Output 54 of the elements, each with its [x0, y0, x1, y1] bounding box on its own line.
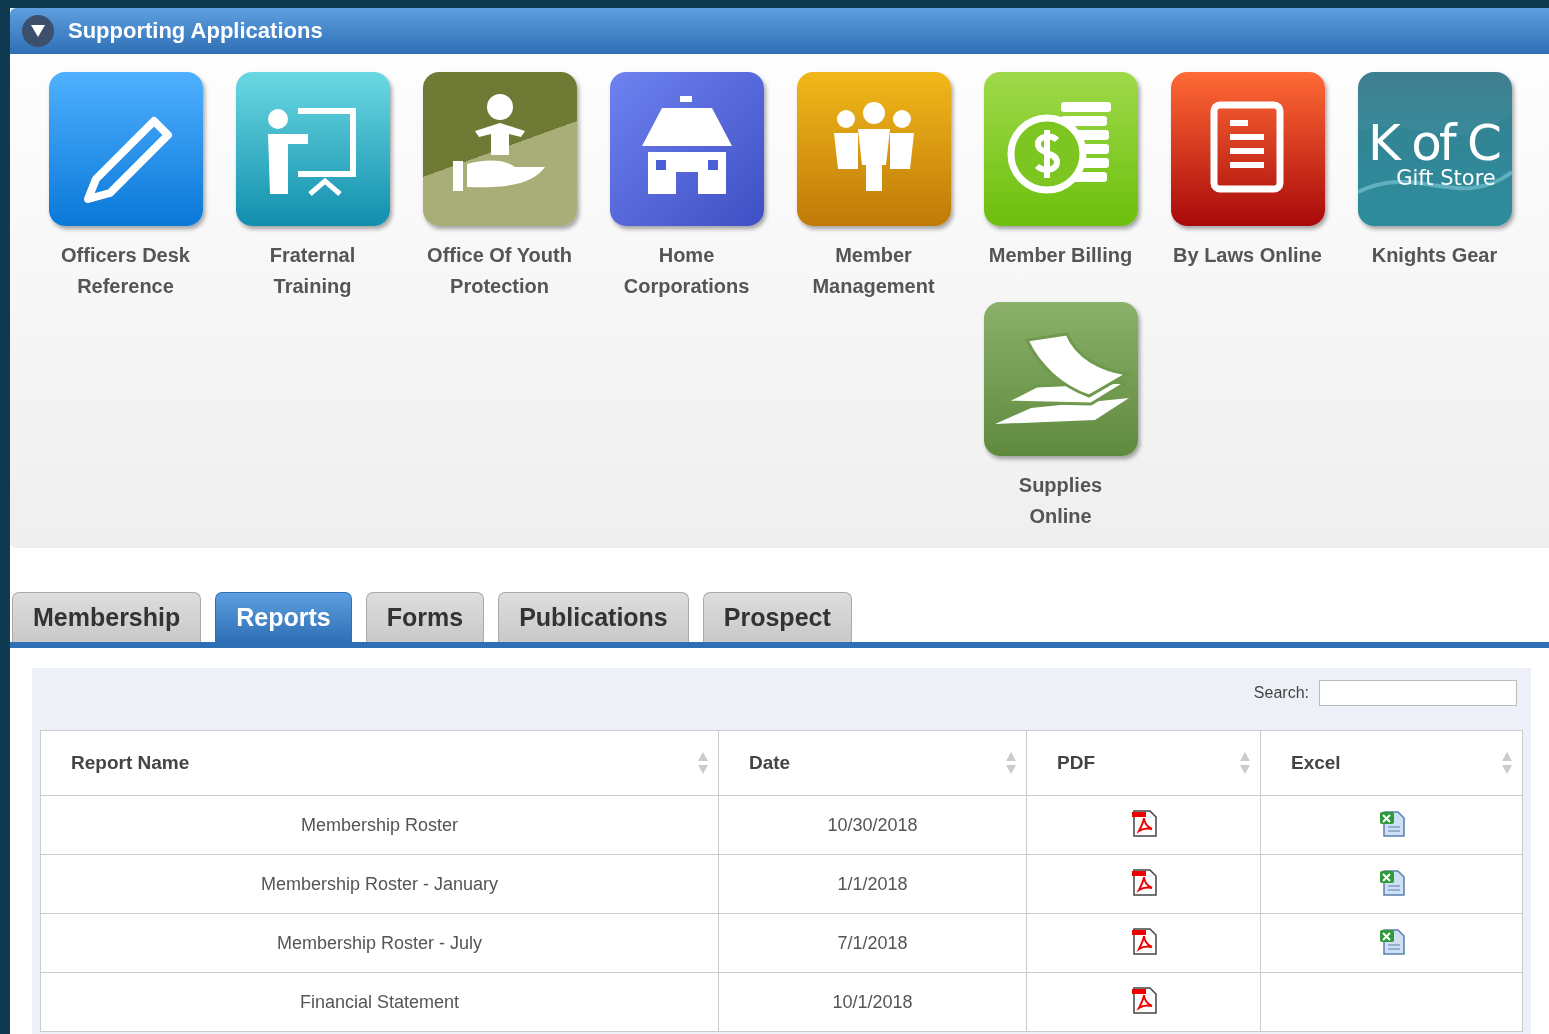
- app-tile[interactable]: Member Billing: [967, 72, 1154, 302]
- app-label: Supplies Online: [1017, 473, 1104, 529]
- excel-link[interactable]: [1377, 926, 1406, 955]
- pdf-file-icon: [1129, 926, 1158, 955]
- pdf-file-icon: [1129, 808, 1158, 837]
- app-label: Home Corporations: [622, 243, 751, 299]
- pdf-file-icon: [1129, 985, 1158, 1014]
- spreadsheet-file-icon: [1377, 867, 1406, 896]
- app-label: Member Management: [811, 243, 936, 299]
- tab[interactable]: Forms: [365, 592, 485, 642]
- app-tile[interactable]: Supplies Online: [967, 302, 1154, 532]
- column-header[interactable]: PDF: [1026, 730, 1261, 796]
- triangle-down-icon: [31, 25, 45, 37]
- app-tile[interactable]: K of C Gift Store Knights Gear: [1341, 72, 1528, 302]
- app-label: Member Billing: [987, 243, 1134, 268]
- search-field[interactable]: [1319, 680, 1517, 706]
- pdf-link[interactable]: [1129, 926, 1158, 955]
- app-label: Knights Gear: [1370, 243, 1499, 268]
- app-tile[interactable]: Home Corporations: [593, 72, 780, 302]
- collapse-toggle[interactable]: [22, 15, 54, 47]
- app-label: Officers Desk Reference: [60, 243, 191, 299]
- spreadsheet-file-icon: [1377, 808, 1406, 837]
- report-name-cell: Membership Roster - July: [40, 913, 719, 973]
- date-cell: 1/1/2018: [718, 854, 1027, 914]
- report-name-cell: Membership Roster - January: [40, 854, 719, 914]
- pdf-link[interactable]: [1129, 867, 1158, 896]
- app-label: By Laws Online: [1172, 243, 1323, 268]
- search-label: Search:: [1253, 684, 1309, 702]
- column-header[interactable]: Date: [718, 730, 1027, 796]
- date-cell: 10/1/2018: [718, 972, 1027, 1032]
- app-tile[interactable]: Fraternal Training: [219, 72, 406, 302]
- report-name-cell: Financial Statement: [40, 972, 719, 1032]
- date-cell: 7/1/2018: [718, 913, 1027, 973]
- column-header[interactable]: Excel: [1260, 730, 1523, 796]
- date-cell: 10/30/2018: [718, 795, 1027, 855]
- app-tile[interactable]: Member Management: [780, 72, 967, 302]
- excel-link[interactable]: [1377, 808, 1406, 837]
- excel-link[interactable]: [1377, 867, 1406, 896]
- tab[interactable]: Publications: [498, 592, 689, 642]
- pdf-link[interactable]: [1129, 985, 1158, 1014]
- app-label: Office Of Youth Protection: [426, 243, 573, 299]
- spreadsheet-file-icon: [1377, 926, 1406, 955]
- app-tile[interactable]: Office Of Youth Protection: [406, 72, 593, 302]
- column-header[interactable]: Report Name: [40, 730, 719, 796]
- report-name-cell: Membership Roster: [40, 795, 719, 855]
- tab[interactable]: Prospect: [702, 592, 852, 642]
- pdf-link[interactable]: [1129, 808, 1158, 837]
- app-tile[interactable]: By Laws Online: [1154, 72, 1341, 302]
- panel-title: Supporting Applications: [68, 18, 323, 44]
- pdf-file-icon: [1129, 867, 1158, 896]
- app-label: Fraternal Training: [268, 243, 357, 299]
- app-tile[interactable]: Officers Desk Reference: [32, 72, 219, 302]
- tab[interactable]: Reports: [215, 592, 352, 642]
- tab[interactable]: Membership: [12, 592, 202, 642]
